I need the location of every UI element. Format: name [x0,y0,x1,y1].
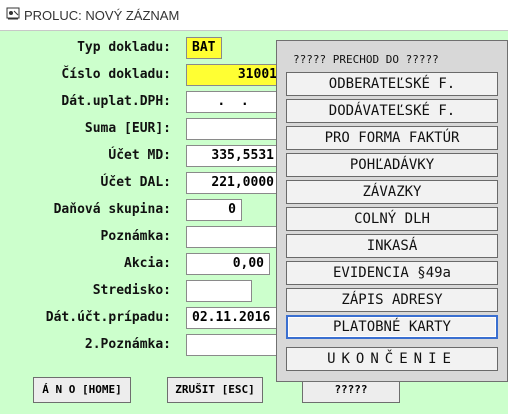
label-poznamka: Poznámka: [100,229,171,244]
label-typ-dokladu: Typ dokladu: [77,40,171,55]
window-title: PROLUC: NOVÝ ZÁZNAM [24,8,180,23]
menu-item-evidencia[interactable]: EVIDENCIA §49a [286,261,498,285]
cislo-dokladu-field[interactable]: 31001 [186,64,280,86]
akcia-field[interactable]: 0,00 [186,253,270,275]
menu-item-ukoncenie[interactable]: UKONČENIE [286,347,498,371]
dat-uplat-dph-field[interactable]: . . [186,91,280,113]
dat-uct-pripadu-field[interactable]: 02.11.2016 [186,307,280,329]
danova-skupina-field[interactable]: 0 [186,199,242,221]
label-stredisko: Stredisko: [92,283,171,298]
label-cislo-dokladu: Číslo dokladu: [61,67,171,82]
suma-field[interactable] [186,118,280,140]
menu-item-odberatelske[interactable]: ODBERATEĽSKÉ F. [286,72,498,96]
prechod-do-menu: ????? PRECHOD DO ????? ODBERATEĽSKÉ F. D… [276,40,508,382]
app-icon [5,6,21,22]
label-dat-uplat-dph: Dát.uplat.DPH: [61,94,171,109]
poznamka2-field[interactable] [186,334,280,356]
menu-item-inkasa[interactable]: INKASÁ [286,234,498,258]
label-poznamka2: 2.Poznámka: [84,337,171,352]
menu-item-platobne-karty[interactable]: PLATOBNÉ KARTY [286,315,498,339]
stredisko-field[interactable] [186,280,252,302]
title-bar: PROLUC: NOVÝ ZÁZNAM [0,0,508,31]
label-suma: Suma [EUR]: [84,121,171,136]
zrusit-button[interactable]: ZRUŠIT [ESC] [167,377,263,403]
label-dat-uct-pripadu: Dát.účt.prípadu: [45,310,171,325]
menu-item-colny-dlh[interactable]: COLNÝ DLH [286,207,498,231]
menu-item-zapis-adresy[interactable]: ZÁPIS ADRESY [286,288,498,312]
label-akcia: Akcia: [124,256,171,271]
typ-dokladu-field[interactable]: BAT [186,37,222,59]
menu-item-pohladavky[interactable]: POHĽADÁVKY [286,153,498,177]
menu-title: ????? PRECHOD DO ????? [293,53,439,66]
menu-item-dodavatelske[interactable]: DODÁVATEĽSKÉ F. [286,99,498,123]
label-danova-skupina: Daňová skupina: [53,202,171,217]
menu-item-zavazky[interactable]: ZÁVAZKY [286,180,498,204]
ano-button[interactable]: Á N O [HOME] [33,377,131,403]
label-ucet-dal: Účet DAL: [100,175,171,190]
menu-item-pro-forma[interactable]: PRO FORMA FAKTÚR [286,126,498,150]
label-ucet-md: Účet MD: [108,148,171,163]
ucet-md-field[interactable]: 335,5531 [186,145,280,167]
ucet-dal-field[interactable]: 221,0000 [186,172,280,194]
poznamka-field[interactable] [186,226,280,248]
